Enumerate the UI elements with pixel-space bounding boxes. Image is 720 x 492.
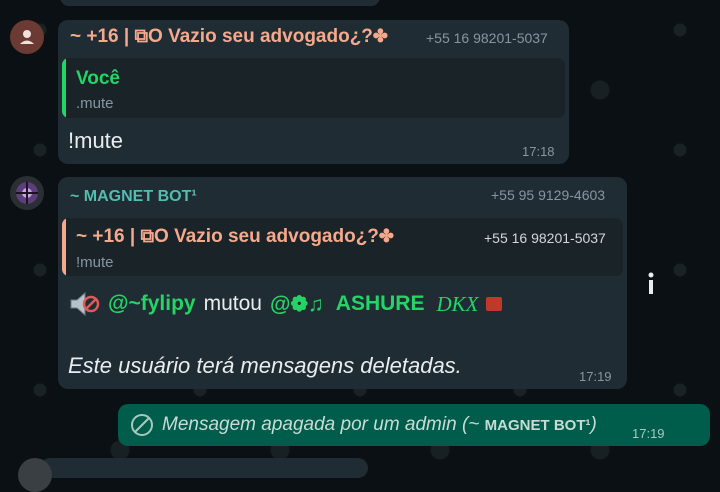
previous-message-bubble: [60, 0, 380, 6]
deleted-message-bubble[interactable]: Mensagem apagada por um admin (~ MAGNET …: [118, 404, 710, 446]
quoted-message[interactable]: Você .mute: [62, 58, 565, 118]
deleted-text: Mensagem apagada por um admin (~: [162, 414, 485, 435]
info-icon[interactable]: [640, 270, 662, 298]
quote-author: Você: [76, 68, 121, 89]
quote-phone: +55 16 98201-5037: [484, 230, 606, 246]
action-verb: mutou: [203, 292, 262, 315]
message-bubble[interactable]: ~ +16 | ⧉O Vazio seu advogado¿?✤ +55 16 …: [58, 20, 569, 164]
message-time: 17:19: [579, 369, 612, 384]
next-message-bubble: [40, 458, 368, 478]
flag-icon: [486, 297, 503, 311]
mention-link[interactable]: @~fylipy: [108, 292, 196, 316]
message-time: 17:19: [632, 426, 665, 441]
sender-name[interactable]: ~ MAGNET BOT¹: [70, 188, 197, 206]
mention-link[interactable]: @❁♫: [270, 292, 324, 317]
avatar[interactable]: [10, 176, 44, 210]
bot-avatar-icon: [16, 182, 38, 204]
message-bubble[interactable]: ~ MAGNET BOT¹ +55 95 9129-4603 ~ +16 | ⧉…: [58, 177, 627, 389]
deleted-message-text: Mensagem apagada por um admin (~ MAGNET …: [162, 414, 597, 436]
sender-phone: +55 16 98201-5037: [426, 30, 548, 46]
deleted-icon: [131, 414, 153, 436]
message-time: 17:18: [522, 144, 555, 159]
quote-bar: [62, 58, 66, 118]
quote-text: !mute: [76, 254, 114, 271]
deleted-suffix: ): [590, 414, 597, 435]
mute-announcement: @~fylipy mutou @❁♫ ASHURE DKX: [68, 289, 503, 319]
quote-text: .mute: [76, 95, 114, 112]
sender-phone: +55 95 9129-4603: [491, 187, 606, 203]
muted-speaker-icon: [70, 291, 100, 317]
avatar: [18, 458, 52, 492]
quoted-message[interactable]: ~ +16 | ⧉O Vazio seu advogado¿?✤ +55 16 …: [62, 218, 623, 276]
message-text: !mute: [68, 128, 124, 153]
deleted-by: MAGNET BOT¹: [484, 417, 591, 434]
mention-tag[interactable]: DKX: [436, 292, 478, 317]
sender-name[interactable]: ~ +16 | ⧉O Vazio seu advogado¿?✤: [70, 26, 388, 48]
message-text: Este usuário terá mensagens deletadas.: [68, 353, 462, 378]
avatar[interactable]: [10, 20, 44, 54]
quote-bar: [62, 218, 66, 276]
mention-name[interactable]: ASHURE: [336, 292, 425, 316]
user-placeholder-icon: [20, 30, 34, 44]
quote-author: ~ +16 | ⧉O Vazio seu advogado¿?✤: [76, 226, 394, 247]
